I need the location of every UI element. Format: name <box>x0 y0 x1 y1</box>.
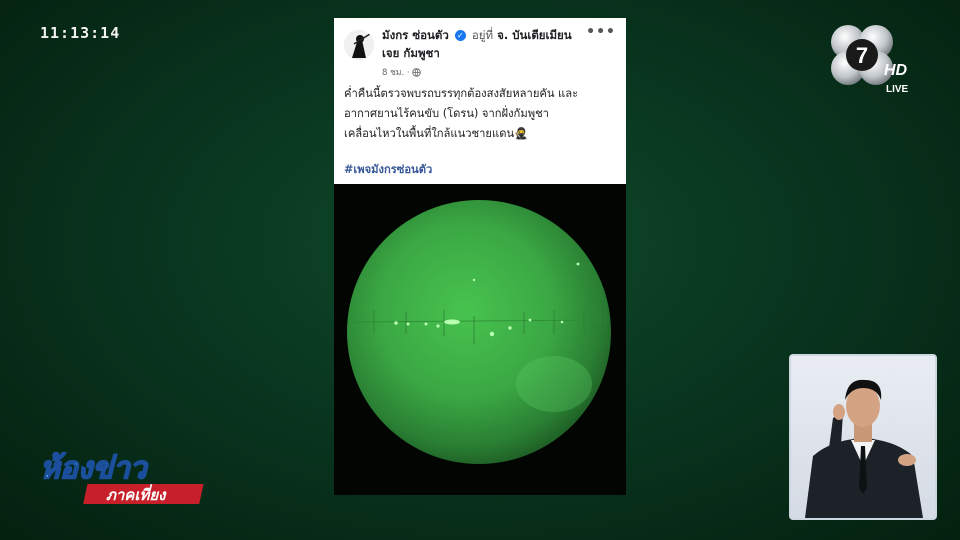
post-line: เคลื่อนไหวในพื้นที่ใกล้แนวชายแดน🥷 <box>344 127 529 140</box>
page-name[interactable]: มังกร ซ่อนตัว <box>382 28 449 42</box>
location-line2[interactable]: เจย กัมพูชา <box>382 45 440 63</box>
ninja-avatar-icon <box>344 30 374 60</box>
verified-badge-icon: ✓ <box>454 30 466 41</box>
post-timestamp: 8 ชม. · <box>382 65 422 79</box>
broadcast-clock: 11:13:14 <box>40 24 121 42</box>
channel-number: 7 <box>856 43 868 68</box>
interpreter-figure <box>805 379 923 518</box>
sign-language-interpreter <box>789 354 937 520</box>
more-options-icon[interactable]: ••• <box>586 24 616 40</box>
live-label: LIVE <box>886 84 909 95</box>
facebook-post-card: มังกร ซ่อนตัว ✓ อยู่ที่ จ. บันเตียเมียน … <box>334 18 626 495</box>
show-logo: ห้องข่าว ภาคเที่ยง <box>39 450 204 504</box>
hd-label: HD <box>884 62 908 79</box>
post-line: อากาศยานไร้คนขับ (โดรน) จากฝั่งกัมพูชา <box>344 107 549 120</box>
post-author-line: มังกร ซ่อนตัว ✓ อยู่ที่ จ. บันเตียเมียน <box>382 27 572 45</box>
post-header: มังกร ซ่อนตัว ✓ อยู่ที่ จ. บันเตียเมียน … <box>334 18 626 184</box>
at-word: อยู่ที่ <box>471 28 494 42</box>
post-body: ค่ำคืนนี้ตรวจพบรถบรรทุกต้องสงสัยหลายคัน … <box>344 84 620 144</box>
night-vision-photo[interactable] <box>334 184 626 495</box>
timestamp-text[interactable]: 8 ชม. · <box>382 68 410 78</box>
show-logo-line1: ห้องข่าว <box>40 451 149 486</box>
location-line1[interactable]: จ. บันเตียเมียน <box>497 28 572 42</box>
post-line: ค่ำคืนนี้ตรวจพบรถบรรทุกต้องสงสัยหลายคัน … <box>344 87 579 100</box>
page-avatar[interactable] <box>344 30 374 60</box>
hashtag-link[interactable]: #เพจมังกรซ่อนตัว <box>344 160 432 178</box>
globe-icon <box>412 68 422 77</box>
show-logo-line2: ภาคเที่ยง <box>106 484 167 504</box>
